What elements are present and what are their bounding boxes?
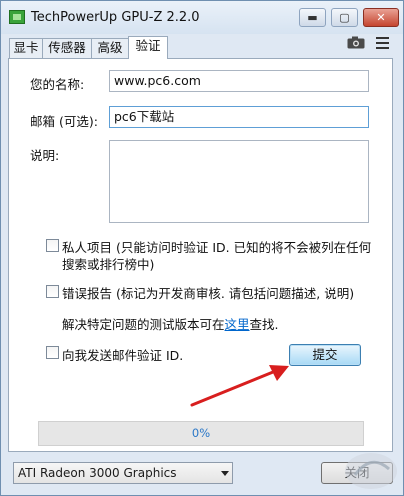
beta-note-suffix: 查找.: [249, 317, 279, 332]
tab-sensors[interactable]: 传感器: [42, 38, 92, 58]
beta-note-prefix: 解决特定问题的测试版本可在: [62, 317, 225, 332]
description-textarea[interactable]: [109, 140, 369, 223]
chevron-down-icon: [221, 471, 229, 476]
submit-button[interactable]: 提交: [289, 344, 361, 366]
tab-advanced[interactable]: 高级: [91, 38, 129, 58]
email-label: 邮箱 (可选):: [30, 114, 98, 129]
gpu-select-value: ATI Radeon 3000 Graphics: [18, 466, 177, 480]
window-title: TechPowerUp GPU-Z 2.2.0: [31, 10, 200, 25]
bug-report-label: 错误报告 (标记为开发商审核. 请包括问题描述, 说明): [62, 286, 355, 301]
tab-graphics-card[interactable]: 显卡: [9, 38, 43, 58]
minimize-button[interactable]: ▬: [299, 8, 326, 27]
progress-text: 0%: [191, 426, 211, 440]
watermark-logo: [345, 453, 397, 489]
progress-bar: 0%: [38, 421, 364, 446]
red-arrow-annotation: [190, 365, 289, 407]
tab-validation[interactable]: 验证: [128, 36, 168, 59]
name-label: 您的名称:: [30, 77, 85, 92]
email-id-label: 向我发送邮件验证 ID.: [62, 348, 184, 363]
name-field[interactable]: www.pc6.com: [109, 70, 369, 92]
gpu-z-app-icon: [9, 10, 25, 24]
close-window-button[interactable]: ✕: [363, 8, 399, 27]
title-bar[interactable]: TechPowerUp GPU-Z 2.2.0 ▬ ▢ ✕: [1, 1, 403, 34]
gpu-select-dropdown[interactable]: ATI Radeon 3000 Graphics: [13, 462, 233, 484]
camera-icon[interactable]: [347, 36, 365, 49]
bug-report-checkbox[interactable]: [46, 285, 59, 298]
gpu-z-window: TechPowerUp GPU-Z 2.2.0 ▬ ▢ ✕ 显卡 传感器 高级 …: [0, 0, 404, 496]
beta-note: 解决特定问题的测试版本可在这里查找.: [62, 314, 279, 333]
beta-link[interactable]: 这里: [225, 317, 250, 332]
private-checkbox[interactable]: [46, 239, 59, 252]
maximize-button[interactable]: ▢: [331, 8, 358, 27]
email-id-checkbox[interactable]: [46, 346, 59, 359]
private-label-line2: 搜索或排行榜中): [62, 257, 155, 272]
description-label: 说明:: [30, 148, 60, 163]
hamburger-menu-icon[interactable]: [376, 37, 389, 49]
email-field[interactable]: pc6下载站: [109, 106, 369, 128]
